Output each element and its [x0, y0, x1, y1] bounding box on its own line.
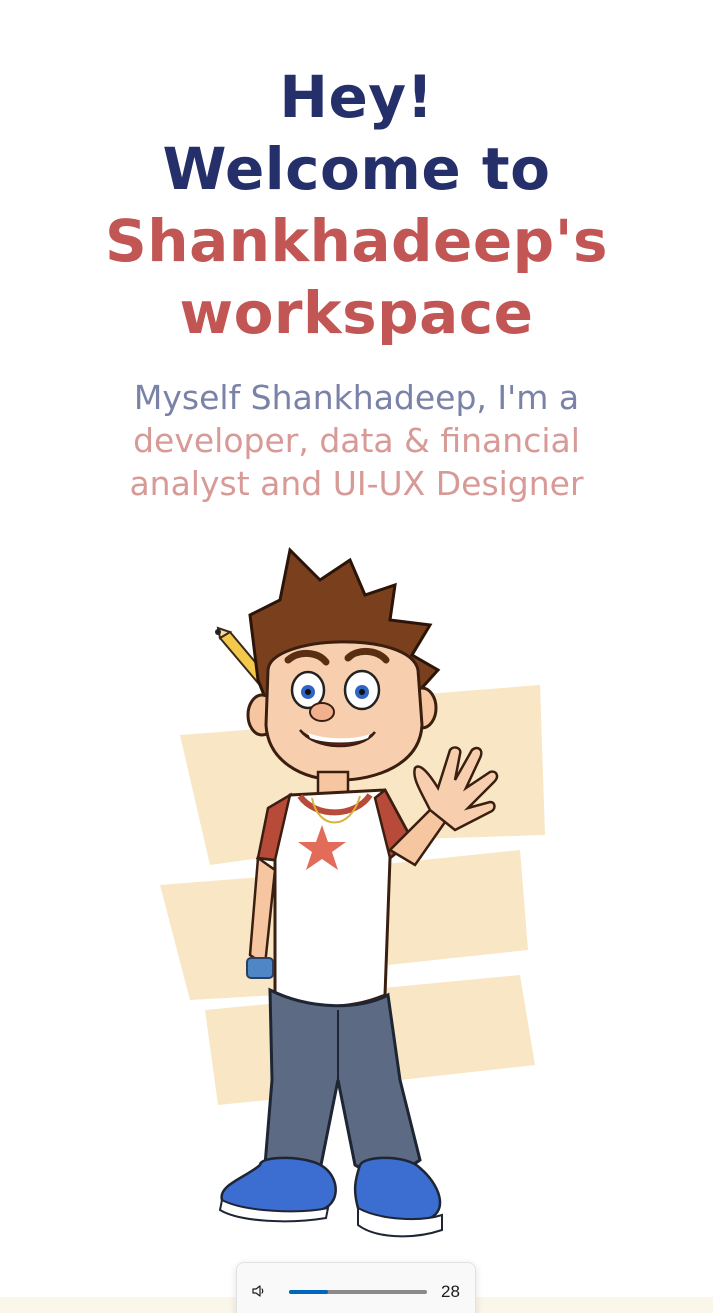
hero-workspace: workspace — [179, 278, 534, 347]
speaker-icon[interactable] — [251, 1283, 267, 1299]
intro-line-1: Myself Shankhadeep, I'm a — [133, 378, 580, 417]
hero-name: Shankhadeep's — [105, 206, 608, 275]
volume-flyout[interactable]: 28 — [236, 1262, 476, 1313]
hero-welcome: Welcome to — [162, 134, 551, 203]
hero-title: Hey! Welcome to Shankhadeep's workspace — [0, 61, 713, 349]
volume-slider[interactable] — [289, 1290, 427, 1294]
volume-slider-thumb[interactable] — [319, 1283, 337, 1301]
intro-text: Myself Shankhadeep, I'm a developer, dat… — [0, 376, 713, 505]
intro-line-3: analyst and UI-UX Designer — [129, 464, 584, 503]
wristband — [246, 957, 274, 979]
cartoon-character-illustration — [160, 546, 545, 1238]
hero-greeting: Hey! — [279, 62, 434, 131]
right-shoe — [353, 1156, 442, 1222]
left-shoe — [220, 1156, 337, 1214]
intro-line-2: developer, data & financial — [133, 421, 580, 460]
page: Hey! Welcome to Shankhadeep's workspace … — [0, 0, 713, 1313]
volume-value: 28 — [441, 1282, 460, 1301]
